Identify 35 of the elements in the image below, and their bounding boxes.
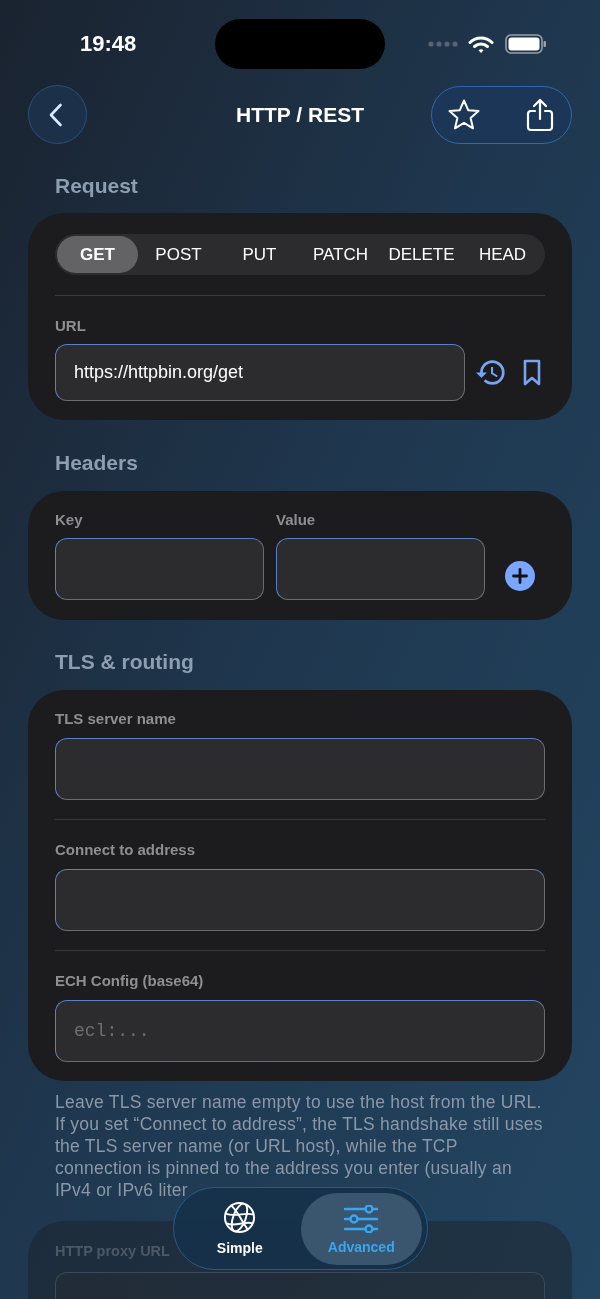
input-field[interactable] (55, 1272, 545, 1299)
section-title: TLS & routing (54, 649, 195, 675)
field-label: TLS server name (55, 710, 177, 728)
field-label: Key (55, 511, 84, 529)
add-icon[interactable] (505, 561, 535, 591)
history-icon[interactable] (476, 360, 506, 385)
method-tab[interactable]: GET (57, 236, 138, 273)
method-tab[interactable]: POST (138, 236, 219, 273)
section-title: Request (54, 173, 139, 199)
field-label: Connect to address (55, 841, 197, 859)
status-time: 19:48 (80, 31, 137, 57)
sliders-icon (343, 1205, 380, 1233)
method-tab[interactable]: PATCH (300, 236, 381, 273)
field-label: Value (276, 511, 317, 529)
input-field[interactable] (55, 869, 545, 931)
signal-icon (428, 41, 458, 47)
star-icon[interactable] (447, 98, 481, 131)
field-label: URL (55, 317, 87, 335)
method-tab[interactable]: HEAD (462, 236, 543, 273)
input-field[interactable] (55, 738, 545, 800)
section-title: Headers (54, 450, 139, 476)
field-label: ECH Config (base64) (55, 972, 205, 990)
globe-icon (223, 1201, 257, 1234)
battery-icon (505, 34, 547, 54)
screen-title: HTTP / REST (236, 101, 364, 128)
share-icon[interactable] (526, 97, 554, 132)
bookmark-icon[interactable] (523, 359, 541, 386)
wifi-icon (468, 34, 494, 54)
method-tab[interactable]: PUT (219, 236, 300, 273)
method-tab[interactable]: DELETE (381, 236, 462, 273)
url-field[interactable]: https://httpbin.org/get (55, 344, 465, 401)
input-field[interactable] (55, 538, 264, 600)
input-field[interactable]: ecl:... (55, 1000, 545, 1062)
input-field[interactable] (276, 538, 485, 600)
chevron-left-icon (48, 102, 63, 127)
